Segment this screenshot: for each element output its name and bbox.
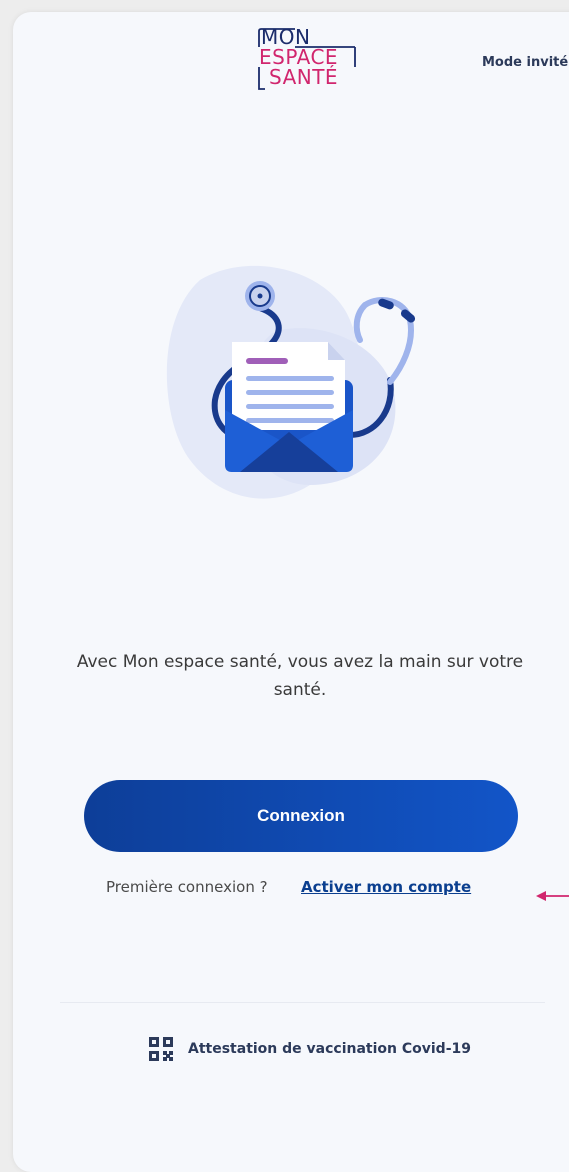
footer-divider — [60, 1002, 545, 1003]
logo-text-espace: ESPACE — [259, 45, 339, 69]
first-login-prompt: Première connexion ? — [106, 878, 268, 896]
annotation-arrow-icon — [536, 891, 569, 901]
guest-mode-link[interactable]: Mode invité — [482, 55, 568, 70]
tagline-text: Avec Mon espace santé, vous avez la main… — [76, 652, 524, 700]
covid-certificate-link[interactable]: Attestation de vaccination Covid-19 — [148, 1035, 471, 1063]
stethoscope-envelope-illustration — [160, 260, 430, 514]
login-button[interactable]: Connexion — [84, 780, 518, 852]
logo-text-sante: SANTÉ — [269, 65, 339, 89]
logo-text-mon: MON — [261, 25, 311, 49]
mon-espace-sante-logo: MON ESPACE SANTÉ — [257, 27, 357, 99]
activate-account-link[interactable]: Activer mon compte — [301, 878, 471, 896]
app-screen — [13, 12, 569, 1172]
qr-code-icon — [149, 1037, 173, 1061]
covid-certificate-label: Attestation de vaccination Covid-19 — [188, 1041, 471, 1057]
